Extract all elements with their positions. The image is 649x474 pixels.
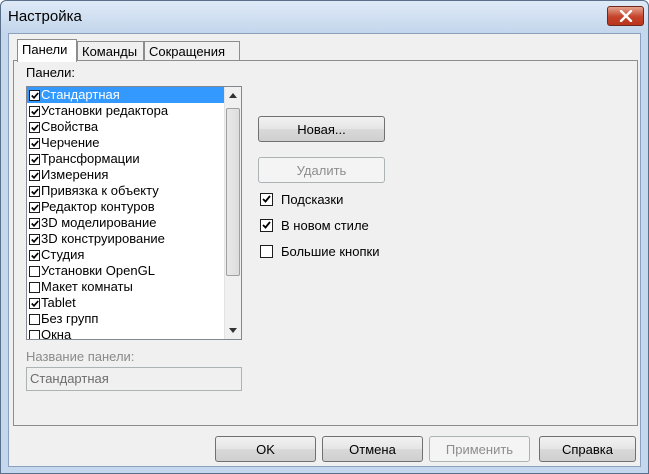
panels-list-items: Стандартная Установки редактора Свойства Че… — [27, 87, 225, 340]
close-icon — [619, 10, 632, 22]
checkmark-icon — [30, 123, 39, 131]
checkmark-icon — [30, 91, 39, 99]
list-item-checkbox[interactable] — [29, 185, 40, 197]
ok-button[interactable]: OK — [215, 436, 316, 462]
list-item[interactable]: Трансформации — [27, 151, 225, 167]
checkmark-icon — [262, 195, 271, 203]
option-large-buttons[interactable]: Большие кнопки — [260, 242, 379, 260]
list-item-label: 3D конструирование — [41, 231, 165, 246]
list-item-checkbox[interactable] — [29, 217, 40, 229]
list-item-label: Стандартная — [41, 87, 120, 102]
list-item-checkbox[interactable] — [29, 105, 40, 117]
checkmark-icon — [262, 221, 271, 229]
checkmark-icon — [30, 235, 39, 243]
list-item-checkbox[interactable] — [29, 249, 40, 261]
list-item-checkbox[interactable] — [29, 329, 40, 339]
checkmark-icon — [30, 107, 39, 115]
list-item[interactable]: Черчение — [27, 135, 225, 151]
list-item-label: Окна — [41, 327, 72, 340]
checkmark-icon — [30, 171, 39, 179]
list-item[interactable]: Студия — [27, 247, 225, 263]
list-item-checkbox[interactable] — [29, 281, 40, 293]
new-panel-button[interactable]: Новая... — [258, 116, 385, 142]
list-item-label: Студия — [41, 247, 85, 262]
cancel-button[interactable]: Отмена — [322, 436, 423, 462]
panel-name-label: Название панели: — [26, 349, 135, 364]
list-item[interactable]: Tablet — [27, 295, 225, 311]
tab-commands[interactable]: Команды — [77, 41, 144, 61]
list-item-label: Трансформации — [41, 151, 140, 166]
large-buttons-label: Большие кнопки — [281, 243, 380, 259]
list-item-checkbox[interactable] — [29, 169, 40, 181]
list-item-label: 3D моделирование — [41, 215, 157, 230]
list-item[interactable]: Макет комнаты — [27, 279, 225, 295]
window-title: Настройка — [8, 8, 82, 25]
panels-listbox[interactable]: Стандартная Установки редактора Свойства Че… — [26, 86, 242, 340]
large-buttons-checkbox[interactable] — [260, 244, 273, 258]
list-item-checkbox[interactable] — [29, 233, 40, 245]
list-item-checkbox[interactable] — [29, 89, 40, 101]
list-item-checkbox[interactable] — [29, 265, 40, 277]
scroll-up-button[interactable] — [225, 87, 241, 104]
list-item[interactable]: Свойства — [27, 119, 225, 135]
checkmark-icon — [30, 203, 39, 211]
list-item[interactable]: Окна — [27, 327, 225, 340]
delete-panel-button[interactable]: Удалить — [258, 157, 385, 183]
list-item-label: Черчение — [41, 135, 100, 150]
dialog-client: Панели Команды Сокращения Панели: Станда… — [8, 33, 641, 467]
panels-list-label: Панели: — [26, 65, 76, 80]
checkmark-icon — [30, 139, 39, 147]
list-item[interactable]: Без групп — [27, 311, 225, 327]
new-style-label: В новом стиле — [281, 217, 369, 233]
list-item[interactable]: Установки OpenGL — [27, 263, 225, 279]
list-item[interactable]: 3D моделирование — [27, 215, 225, 231]
arrow-down-icon — [229, 328, 237, 333]
list-item[interactable]: Установки редактора — [27, 103, 225, 119]
tab-panel-panels: Панели: Стандартная Установки редактора Св… — [13, 60, 638, 426]
tooltips-label: Подсказки — [281, 191, 344, 207]
settings-dialog: Настройка Панели Команды Сокращения Пане… — [0, 0, 649, 474]
list-item-label: Без групп — [41, 311, 99, 326]
list-item-checkbox[interactable] — [29, 153, 40, 165]
list-item-checkbox[interactable] — [29, 137, 40, 149]
list-item[interactable]: Привязка к объекту — [27, 183, 225, 199]
list-item-checkbox[interactable] — [29, 297, 40, 309]
checkmark-icon — [30, 187, 39, 195]
list-item-checkbox[interactable] — [29, 313, 40, 325]
help-button[interactable]: Справка — [539, 436, 636, 462]
apply-button[interactable]: Применить — [429, 436, 530, 462]
list-item-label: Макет комнаты — [41, 279, 133, 294]
scroll-thumb[interactable] — [226, 108, 240, 276]
list-item[interactable]: Редактор контуров — [27, 199, 225, 215]
panel-name-field[interactable]: Стандартная — [26, 367, 242, 391]
list-item-label: Tablet — [41, 295, 76, 310]
close-button[interactable] — [607, 6, 644, 26]
list-item[interactable]: Измерения — [27, 167, 225, 183]
list-item-label: Установки редактора — [41, 103, 169, 118]
list-item-label: Редактор контуров — [41, 199, 155, 214]
list-item-checkbox[interactable] — [29, 201, 40, 213]
option-tooltips[interactable]: Подсказки — [260, 190, 343, 208]
list-scrollbar[interactable] — [224, 87, 241, 339]
list-item-label: Свойства — [41, 119, 99, 134]
list-item-label: Установки OpenGL — [41, 263, 155, 278]
list-item-label: Измерения — [41, 167, 109, 182]
checkmark-icon — [30, 299, 39, 307]
arrow-up-icon — [229, 93, 237, 98]
checkmark-icon — [30, 155, 39, 163]
tab-shortcuts[interactable]: Сокращения — [144, 41, 240, 61]
list-item-checkbox[interactable] — [29, 121, 40, 133]
checkmark-icon — [30, 251, 39, 259]
tooltips-checkbox[interactable] — [260, 192, 273, 206]
option-new-style[interactable]: В новом стиле — [260, 216, 369, 234]
scroll-down-button[interactable] — [225, 322, 241, 339]
tab-panels[interactable]: Панели — [17, 39, 77, 62]
list-item-label: Привязка к объекту — [41, 183, 159, 198]
list-item[interactable]: 3D конструирование — [27, 231, 225, 247]
title-bar[interactable]: Настройка — [1, 1, 648, 33]
list-item[interactable]: Стандартная — [27, 87, 225, 103]
checkmark-icon — [30, 219, 39, 227]
new-style-checkbox[interactable] — [260, 218, 273, 232]
